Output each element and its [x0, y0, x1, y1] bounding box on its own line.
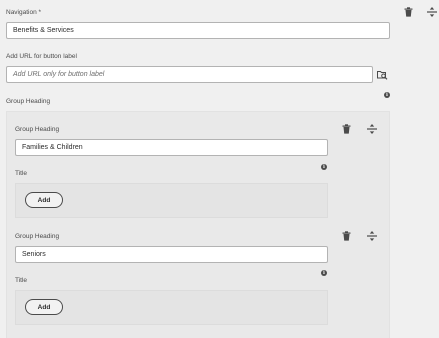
add-title-button[interactable]: Add — [25, 299, 63, 315]
browse-path-button[interactable] — [375, 66, 389, 83]
trash-icon — [342, 231, 350, 241]
info-icon[interactable]: i — [321, 270, 327, 276]
group-heading-label: Group Heading — [15, 126, 60, 133]
path-browser-icon — [376, 70, 387, 80]
reorder-item-handle[interactable] — [426, 6, 438, 18]
delete-group-button[interactable] — [340, 230, 352, 242]
delete-group-button[interactable] — [340, 123, 352, 135]
url-input[interactable]: Add URL only for button label — [6, 66, 373, 83]
trash-icon — [404, 7, 412, 17]
group-heading-label: Group Heading — [15, 233, 60, 240]
drag-handle-icon — [367, 124, 377, 134]
group-heading-section-label: Group Heading — [6, 98, 51, 105]
multifield-editor: Navigation * Benefits & Services Add URL… — [0, 0, 439, 338]
group-heading-input[interactable]: Seniors — [15, 246, 328, 263]
delete-item-button[interactable] — [402, 6, 414, 18]
reorder-group-handle[interactable] — [366, 123, 378, 135]
navigation-label: Navigation * — [6, 9, 42, 16]
info-icon[interactable]: i — [384, 92, 390, 98]
title-label: Title — [15, 170, 28, 177]
drag-handle-icon — [367, 231, 377, 241]
trash-icon — [342, 124, 350, 134]
info-icon[interactable]: i — [321, 164, 327, 170]
group-heading-input[interactable]: Families & Children — [15, 139, 328, 156]
reorder-group-handle[interactable] — [366, 230, 378, 242]
add-title-button[interactable]: Add — [25, 192, 63, 208]
url-label: Add URL for button label — [6, 53, 77, 60]
title-label: Title — [15, 277, 28, 284]
navigation-input[interactable]: Benefits & Services — [6, 22, 390, 39]
drag-handle-icon — [427, 7, 437, 17]
